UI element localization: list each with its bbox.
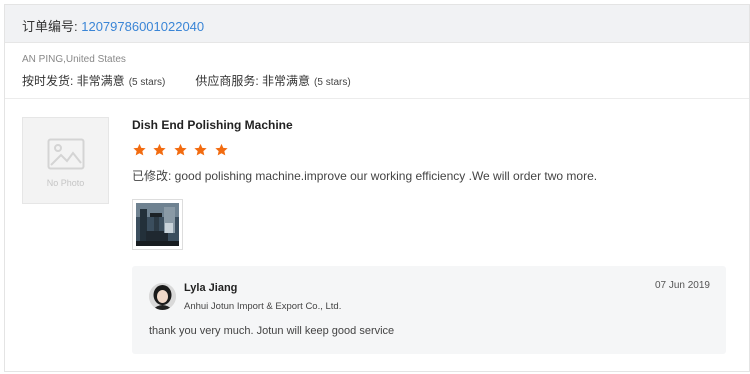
reply-author-name: Lyla Jiang xyxy=(184,282,238,294)
delivery-rating-value: 非常满意 xyxy=(76,74,125,88)
avatar-image xyxy=(149,283,176,310)
supplier-reply: Lyla Jiang Anhui Jotun Import & Export C… xyxy=(132,266,726,354)
review-card: 订单编号: 12079786001022040 AN PING,United S… xyxy=(4,4,750,372)
delivery-rating-label: 按时发货: xyxy=(22,74,77,88)
reply-date: 07 Jun 2019 xyxy=(654,280,710,291)
star-icon xyxy=(153,143,167,156)
order-header: 订单编号: 12079786001022040 xyxy=(5,5,749,43)
star-icon xyxy=(194,143,207,156)
review-text: 已修改: good polishing machine.improve our … xyxy=(132,169,598,183)
section-divider xyxy=(5,98,749,99)
supplier-ratings: 按时发货: 非常满意 (5 stars) 供应商服务: 非常满意 (5 stars) xyxy=(22,72,351,89)
no-photo-label: No Photo xyxy=(46,178,85,188)
image-placeholder-icon xyxy=(47,138,85,170)
machine-photo xyxy=(136,203,179,246)
order-number-row: 订单编号: 12079786001022040 xyxy=(22,16,204,35)
reply-company-name: Anhui Jotun Import & Export Co., Ltd. xyxy=(184,301,342,312)
buyer-location: AN PING,United States xyxy=(22,54,126,65)
reply-text: thank you very much. Jotun will keep goo… xyxy=(149,325,395,337)
product-title: Dish End Polishing Machine xyxy=(132,118,293,132)
delivery-rating-stars: (5 stars) xyxy=(128,77,166,88)
service-rating-stars: (5 stars) xyxy=(314,77,351,88)
review-photo-thumbnail[interactable] xyxy=(132,199,183,250)
star-icon xyxy=(215,143,228,156)
service-rating-value: 非常满意 xyxy=(262,74,311,88)
product-photo-placeholder[interactable]: No Photo xyxy=(22,117,109,204)
star-icon xyxy=(133,143,146,156)
order-number-label: 订单编号: xyxy=(22,19,82,34)
service-rating-label: 供应商服务: xyxy=(195,74,263,88)
avatar xyxy=(149,283,176,310)
order-number-link[interactable]: 12079786001022040 xyxy=(81,19,204,34)
star-icon xyxy=(174,143,187,156)
product-star-rating xyxy=(132,143,230,162)
